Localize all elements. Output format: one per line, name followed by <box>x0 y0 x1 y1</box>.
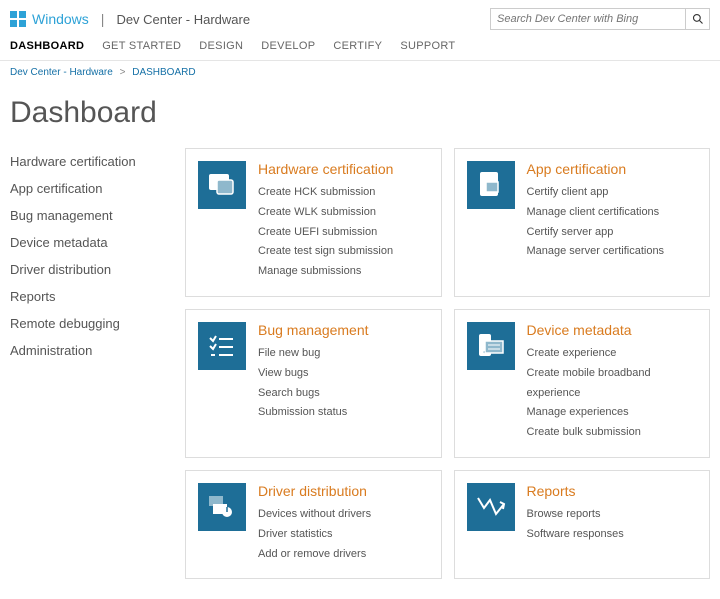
sidebar-item-driver-distribution[interactable]: Driver distribution <box>10 256 165 283</box>
card-driver-distribution: Driver distribution Devices without driv… <box>185 470 442 579</box>
search-button[interactable] <box>685 9 709 29</box>
card-bug-management: Bug management File new bug View bugs Se… <box>185 309 442 458</box>
sidebar-item-device-metadata[interactable]: Device metadata <box>10 229 165 256</box>
card-link[interactable]: Add or remove drivers <box>258 545 371 565</box>
card-app-certification: App certification Certify client app Man… <box>454 148 711 297</box>
card-title: Driver distribution <box>258 483 371 499</box>
card-reports: Reports Browse reports Software response… <box>454 470 711 579</box>
card-link[interactable]: Devices without drivers <box>258 505 371 525</box>
brand-block: Windows | Dev Center - Hardware <box>10 11 250 27</box>
card-title: Bug management <box>258 322 369 338</box>
breadcrumb-separator: > <box>120 67 126 78</box>
tab-dashboard[interactable]: DASHBOARD <box>10 40 84 52</box>
card-link[interactable]: Create UEFI submission <box>258 223 393 243</box>
tab-certify[interactable]: CERTIFY <box>333 40 382 52</box>
sidebar-item-administration[interactable]: Administration <box>10 337 165 364</box>
tab-develop[interactable]: DEVELOP <box>261 40 315 52</box>
card-link[interactable]: Manage submissions <box>258 262 393 282</box>
tab-get-started[interactable]: GET STARTED <box>102 40 181 52</box>
card-link[interactable]: Submission status <box>258 403 369 423</box>
card-link[interactable]: Create bulk submission <box>527 423 698 443</box>
card-link[interactable]: Manage server certifications <box>527 242 665 262</box>
driver-dist-icon <box>198 483 246 531</box>
tab-support[interactable]: SUPPORT <box>400 40 455 52</box>
card-link[interactable]: Browse reports <box>527 505 624 525</box>
device-metadata-icon <box>467 322 515 370</box>
main-content: Hardware certification App certification… <box>0 148 720 599</box>
card-link[interactable]: Software responses <box>527 525 624 545</box>
card-body: Reports Browse reports Software response… <box>527 483 624 545</box>
card-body: Driver distribution Devices without driv… <box>258 483 371 564</box>
card-link[interactable]: Create WLK submission <box>258 203 393 223</box>
dashboard-cards: Hardware certification Create HCK submis… <box>185 148 710 579</box>
card-link[interactable]: Create HCK submission <box>258 183 393 203</box>
card-body: Device metadata Create experience Create… <box>527 322 698 443</box>
card-body: Bug management File new bug View bugs Se… <box>258 322 369 423</box>
card-title: Reports <box>527 483 624 499</box>
card-title: App certification <box>527 161 665 177</box>
card-link[interactable]: Create experience <box>527 344 698 364</box>
card-link[interactable]: Create mobile broadband experience <box>527 364 698 404</box>
card-link[interactable]: Search bugs <box>258 384 369 404</box>
brand-name[interactable]: Windows <box>32 11 89 27</box>
card-device-metadata: Device metadata Create experience Create… <box>454 309 711 458</box>
reports-icon <box>467 483 515 531</box>
sidebar-item-hardware-certification[interactable]: Hardware certification <box>10 148 165 175</box>
breadcrumb-root[interactable]: Dev Center - Hardware <box>10 67 113 78</box>
sidebar-item-remote-debugging[interactable]: Remote debugging <box>10 310 165 337</box>
brand-subtitle[interactable]: Dev Center - Hardware <box>116 12 250 27</box>
windows-logo-icon <box>10 11 26 27</box>
search-icon <box>692 13 704 25</box>
brand-separator: | <box>101 11 105 27</box>
card-link[interactable]: Manage client certifications <box>527 203 665 223</box>
card-link[interactable]: Certify server app <box>527 223 665 243</box>
card-title: Hardware certification <box>258 161 393 177</box>
card-body: Hardware certification Create HCK submis… <box>258 161 393 282</box>
hardware-cert-icon <box>198 161 246 209</box>
sidebar-item-reports[interactable]: Reports <box>10 283 165 310</box>
sidebar-item-app-certification[interactable]: App certification <box>10 175 165 202</box>
card-link[interactable]: Certify client app <box>527 183 665 203</box>
search-input[interactable] <box>491 13 685 25</box>
app-cert-icon <box>467 161 515 209</box>
card-link[interactable]: Create test sign submission <box>258 242 393 262</box>
tab-design[interactable]: DESIGN <box>199 40 243 52</box>
card-body: App certification Certify client app Man… <box>527 161 665 262</box>
card-hardware-certification: Hardware certification Create HCK submis… <box>185 148 442 297</box>
card-title: Device metadata <box>527 322 698 338</box>
sidebar-item-bug-management[interactable]: Bug management <box>10 202 165 229</box>
top-bar: Windows | Dev Center - Hardware <box>0 0 720 36</box>
sidebar: Hardware certification App certification… <box>10 148 165 579</box>
nav-tabs: DASHBOARD GET STARTED DESIGN DEVELOP CER… <box>0 36 720 61</box>
card-link[interactable]: Driver statistics <box>258 525 371 545</box>
search-box[interactable] <box>490 8 710 30</box>
card-link[interactable]: File new bug <box>258 344 369 364</box>
bug-mgmt-icon <box>198 322 246 370</box>
breadcrumb-current: DASHBOARD <box>132 67 195 78</box>
card-link[interactable]: View bugs <box>258 364 369 384</box>
page-title: Dashboard <box>0 84 720 148</box>
card-link[interactable]: Manage experiences <box>527 403 698 423</box>
breadcrumb: Dev Center - Hardware > DASHBOARD <box>0 61 720 84</box>
